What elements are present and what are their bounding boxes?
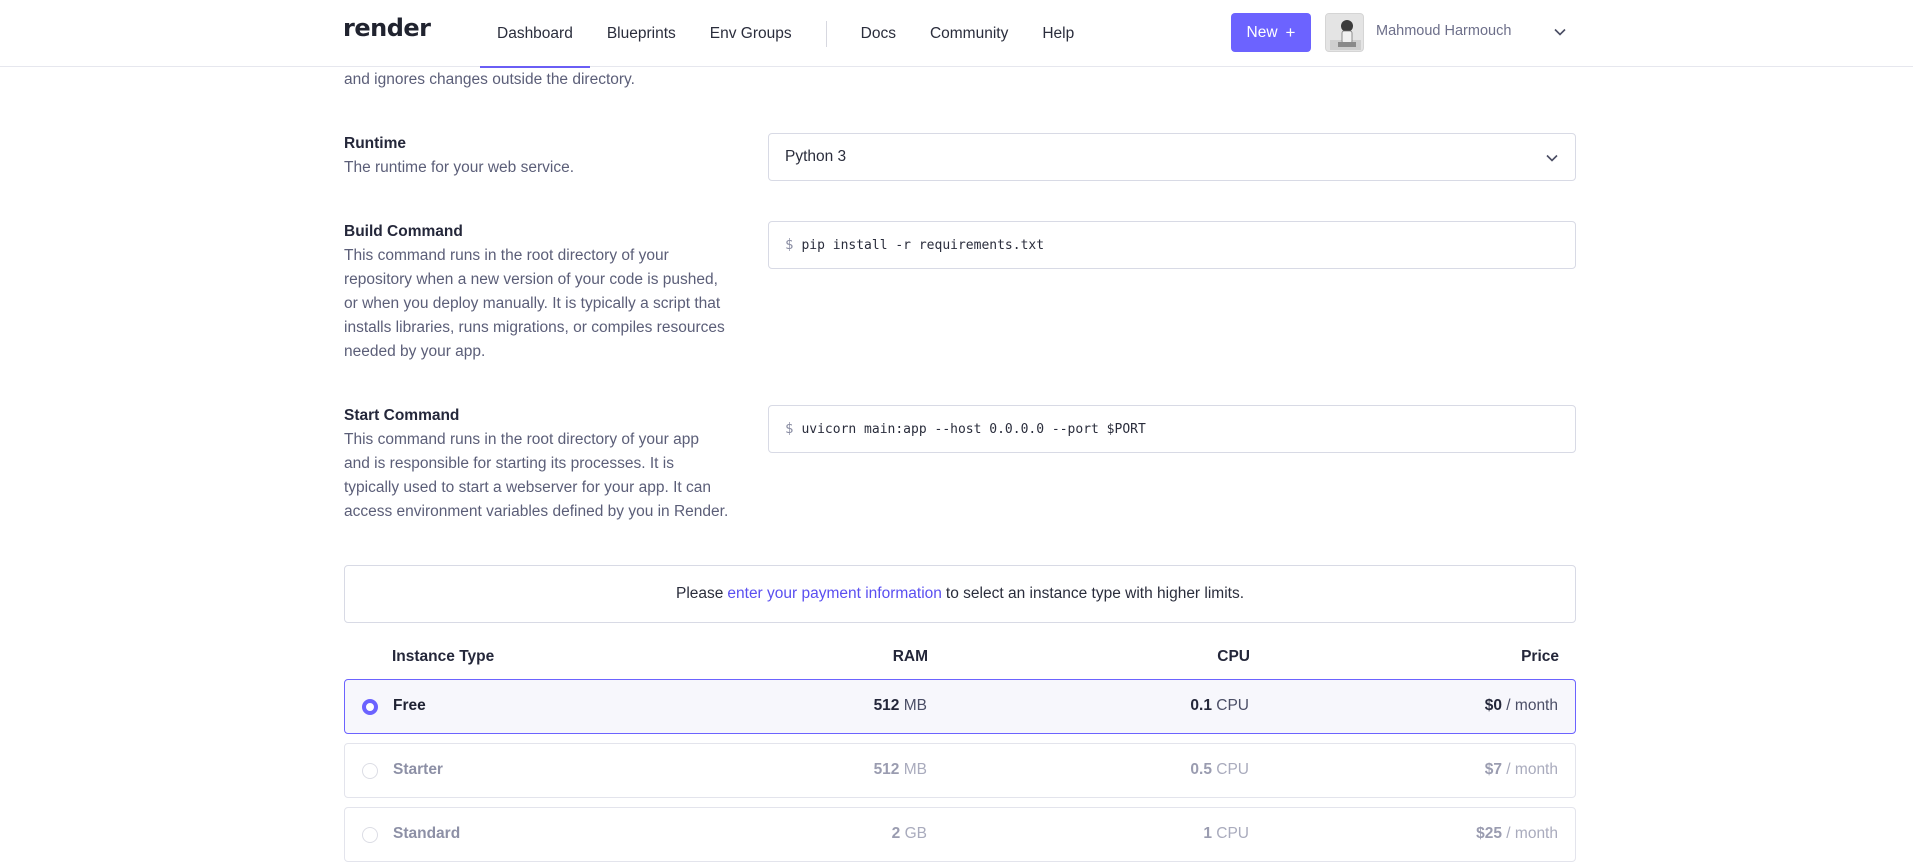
instance-cpu: 1 CPU	[1203, 825, 1249, 842]
instance-row-standard[interactable]: Standard 2 GB 1 CPU $25 / month	[344, 807, 1576, 862]
instance-price: $0 / month	[1484, 697, 1558, 714]
render-logo[interactable]: render	[343, 14, 431, 42]
nav-links: Dashboard Blueprints Env Groups Docs Com…	[480, 0, 1091, 68]
instance-table-header: Instance Type RAM CPU Price	[344, 648, 1576, 670]
start-command-title: Start Command	[344, 407, 460, 424]
runtime-select[interactable]: Python 3	[768, 133, 1576, 181]
nav-link-env-groups[interactable]: Env Groups	[693, 0, 809, 67]
instance-name: Free	[393, 697, 426, 714]
nav-link-blueprints[interactable]: Blueprints	[590, 0, 693, 67]
start-command-label-group: Start Command This command runs in the r…	[344, 404, 729, 524]
instance-price: $25 / month	[1476, 825, 1558, 842]
nav-link-dashboard[interactable]: Dashboard	[480, 0, 590, 68]
column-header-price: Price	[1521, 648, 1559, 665]
chevron-down-icon[interactable]	[1553, 25, 1567, 44]
build-command-label-group: Build Command This command runs in the r…	[344, 220, 729, 364]
start-command-value: uvicorn main:app --host 0.0.0.0 --port $…	[801, 421, 1146, 437]
shell-prompt-icon: $	[785, 421, 794, 437]
nav-divider	[825, 20, 827, 47]
new-button[interactable]: New +	[1231, 13, 1311, 52]
start-command-description: This command runs in the root directory …	[344, 431, 729, 520]
instance-row-free[interactable]: Free 512 MB 0.1 CPU $0 / month	[344, 679, 1576, 734]
avatar-image	[1326, 14, 1363, 51]
user-name[interactable]: Mahmoud Harmouch	[1376, 23, 1511, 39]
chevron-down-icon	[1545, 151, 1559, 170]
instance-ram: 2 GB	[891, 825, 927, 842]
instance-ram: 512 MB	[873, 761, 927, 778]
instance-name: Starter	[393, 761, 443, 778]
avatar[interactable]	[1325, 13, 1364, 52]
nav-link-docs[interactable]: Docs	[844, 0, 913, 67]
instance-cpu: 0.1 CPU	[1190, 697, 1249, 714]
column-header-cpu: CPU	[1217, 648, 1250, 665]
payment-notice-after: to select an instance type with higher l…	[945, 585, 1245, 602]
runtime-description: The runtime for your web service.	[344, 159, 575, 176]
instance-price: $7 / month	[1484, 761, 1558, 778]
instance-ram: 512 MB	[873, 697, 927, 714]
column-header-ram: RAM	[892, 648, 928, 665]
payment-notice-before: Please	[675, 585, 724, 602]
root-directory-description-fragment: and ignores changes outside the director…	[344, 71, 635, 88]
build-command-description: This command runs in the root directory …	[344, 247, 725, 360]
shell-prompt-icon: $	[785, 237, 794, 253]
nav-link-help[interactable]: Help	[1025, 0, 1091, 67]
payment-notice: Please enter your payment information to…	[344, 565, 1576, 623]
start-command-input[interactable]: $ uvicorn main:app --host 0.0.0.0 --port…	[768, 405, 1576, 453]
payment-info-link[interactable]: enter your payment information	[727, 585, 942, 603]
nav-link-community[interactable]: Community	[913, 0, 1025, 67]
instance-name: Standard	[393, 825, 461, 842]
instance-cpu: 0.5 CPU	[1190, 761, 1249, 778]
radio-button[interactable]	[362, 763, 378, 779]
instance-row-starter[interactable]: Starter 512 MB 0.5 CPU $7 / month	[344, 743, 1576, 798]
build-command-title: Build Command	[344, 223, 463, 240]
build-command-input[interactable]: $ pip install -r requirements.txt	[768, 221, 1576, 269]
new-button-label: New	[1246, 23, 1278, 41]
runtime-label-group: Runtime The runtime for your web service…	[344, 132, 729, 180]
plus-icon: +	[1285, 23, 1296, 42]
column-header-instance-type: Instance Type	[392, 648, 495, 665]
runtime-select-value: Python 3	[785, 148, 847, 165]
top-nav: render Dashboard Blueprints Env Groups D…	[0, 0, 1913, 68]
build-command-value: pip install -r requirements.txt	[801, 237, 1045, 253]
runtime-title: Runtime	[344, 135, 406, 152]
radio-button-selected[interactable]	[362, 699, 378, 715]
radio-button[interactable]	[362, 827, 378, 843]
